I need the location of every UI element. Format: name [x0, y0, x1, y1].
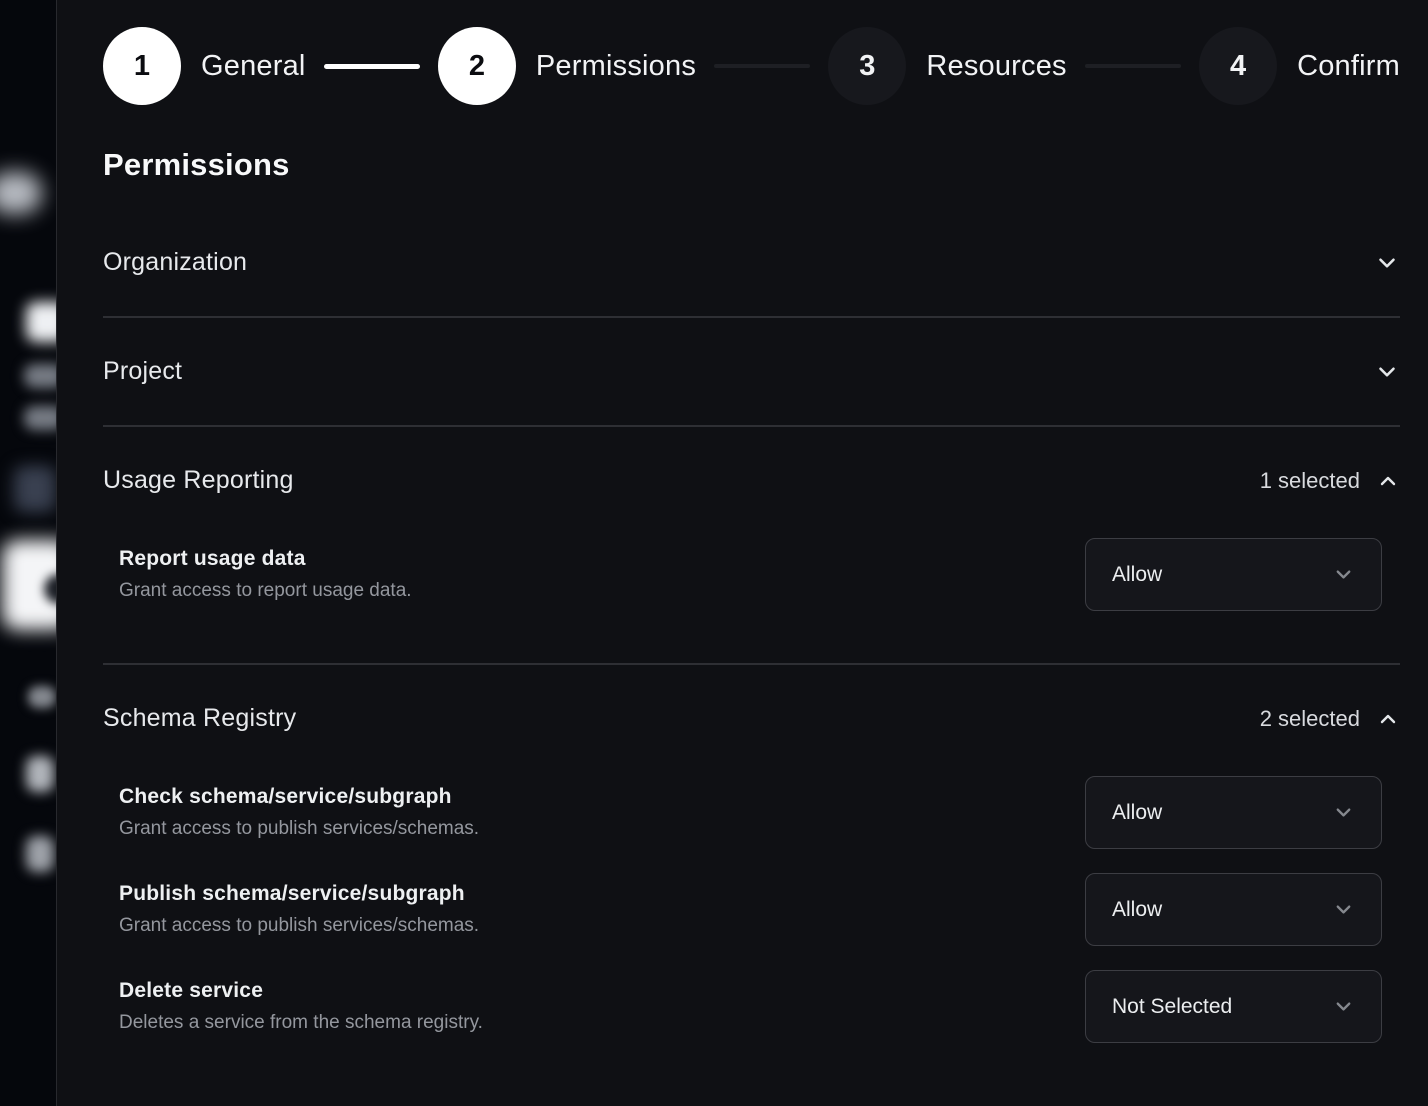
step-number-badge: 2: [438, 27, 516, 105]
step-label: Resources: [926, 50, 1066, 83]
step-confirm[interactable]: 4 Confirm: [1199, 27, 1400, 105]
section-title: Schema Registry: [103, 704, 296, 733]
permission-title: Report usage data: [119, 547, 412, 571]
permission-row: Report usage data Grant access to report…: [119, 538, 1400, 611]
stepper-connector: [714, 64, 810, 68]
step-number-badge: 1: [103, 27, 181, 105]
chevron-down-icon: [1374, 359, 1400, 385]
blurred-backdrop-item: [28, 686, 56, 708]
chevron-down-icon: [1332, 898, 1355, 921]
step-label: Permissions: [536, 50, 696, 83]
permission-select[interactable]: Allow: [1085, 873, 1382, 946]
permission-title: Publish schema/service/subgraph: [119, 882, 479, 906]
chevron-down-icon: [1332, 995, 1355, 1018]
chevron-down-icon: [1374, 250, 1400, 276]
blurred-backdrop-item: [26, 836, 54, 872]
permission-title: Delete service: [119, 979, 483, 1003]
permission-select[interactable]: Allow: [1085, 538, 1382, 611]
section-body: Report usage data Grant access to report…: [103, 534, 1400, 663]
select-value: Allow: [1112, 563, 1162, 587]
step-label: Confirm: [1297, 50, 1400, 83]
step-number-badge: 3: [828, 27, 906, 105]
section-header-schema-registry[interactable]: Schema Registry 2 selected: [103, 665, 1400, 772]
permission-row: Delete service Deletes a service from th…: [119, 970, 1400, 1043]
blurred-background-sidebar: [0, 0, 56, 1106]
step-general[interactable]: 1 General: [103, 27, 306, 105]
section-header-project[interactable]: Project: [103, 318, 1400, 425]
blurred-backdrop-item: [14, 466, 56, 512]
section-title: Project: [103, 357, 182, 386]
selected-count-badge: 1 selected: [1260, 468, 1360, 494]
section-title: Organization: [103, 248, 247, 277]
permission-description: Deletes a service from the schema regist…: [119, 1012, 483, 1034]
stepper-connector: [1085, 64, 1181, 68]
section-project: Project: [103, 318, 1400, 427]
select-value: Not Selected: [1112, 995, 1232, 1019]
blurred-backdrop-item: [26, 302, 56, 342]
permission-select[interactable]: Not Selected: [1085, 970, 1382, 1043]
section-title: Usage Reporting: [103, 466, 294, 495]
chevron-down-icon: [1332, 563, 1355, 586]
permission-description: Grant access to report usage data.: [119, 580, 412, 602]
permission-description: Grant access to publish services/schemas…: [119, 818, 479, 840]
step-label: General: [201, 50, 306, 83]
select-value: Allow: [1112, 898, 1162, 922]
blurred-backdrop-item: [0, 172, 42, 214]
chevron-up-icon: [1376, 707, 1400, 731]
stepper-connector: [324, 64, 420, 69]
wizard-stepper: 1 General 2 Permissions 3 Resources 4 Co…: [103, 27, 1400, 105]
section-organization: Organization: [103, 209, 1400, 318]
permission-select[interactable]: Allow: [1085, 776, 1382, 849]
blurred-backdrop-item: [26, 756, 54, 792]
section-schema-registry: Schema Registry 2 selected Check schema/…: [103, 665, 1400, 1095]
section-body: Check schema/service/subgraph Grant acce…: [103, 772, 1400, 1095]
blurred-backdrop-item: [24, 364, 56, 388]
permission-row: Check schema/service/subgraph Grant acce…: [119, 776, 1400, 849]
permission-sections: Organization Project Usage Reporting 1 s…: [103, 209, 1400, 1095]
chevron-down-icon: [1332, 801, 1355, 824]
permission-row: Publish schema/service/subgraph Grant ac…: [119, 873, 1400, 946]
step-resources[interactable]: 3 Resources: [828, 27, 1066, 105]
step-number-badge: 4: [1199, 27, 1277, 105]
section-header-organization[interactable]: Organization: [103, 209, 1400, 316]
chevron-up-icon: [1376, 469, 1400, 493]
step-permissions[interactable]: 2 Permissions: [438, 27, 696, 105]
selected-count-badge: 2 selected: [1260, 706, 1360, 732]
section-usage-reporting: Usage Reporting 1 selected Report usage …: [103, 427, 1400, 665]
section-header-usage-reporting[interactable]: Usage Reporting 1 selected: [103, 427, 1400, 534]
select-value: Allow: [1112, 801, 1162, 825]
permission-title: Check schema/service/subgraph: [119, 785, 479, 809]
permission-description: Grant access to publish services/schemas…: [119, 915, 479, 937]
blurred-backdrop-item: [24, 406, 56, 430]
access-token-wizard-modal: 1 General 2 Permissions 3 Resources 4 Co…: [56, 0, 1428, 1106]
page-title: Permissions: [103, 147, 1400, 183]
